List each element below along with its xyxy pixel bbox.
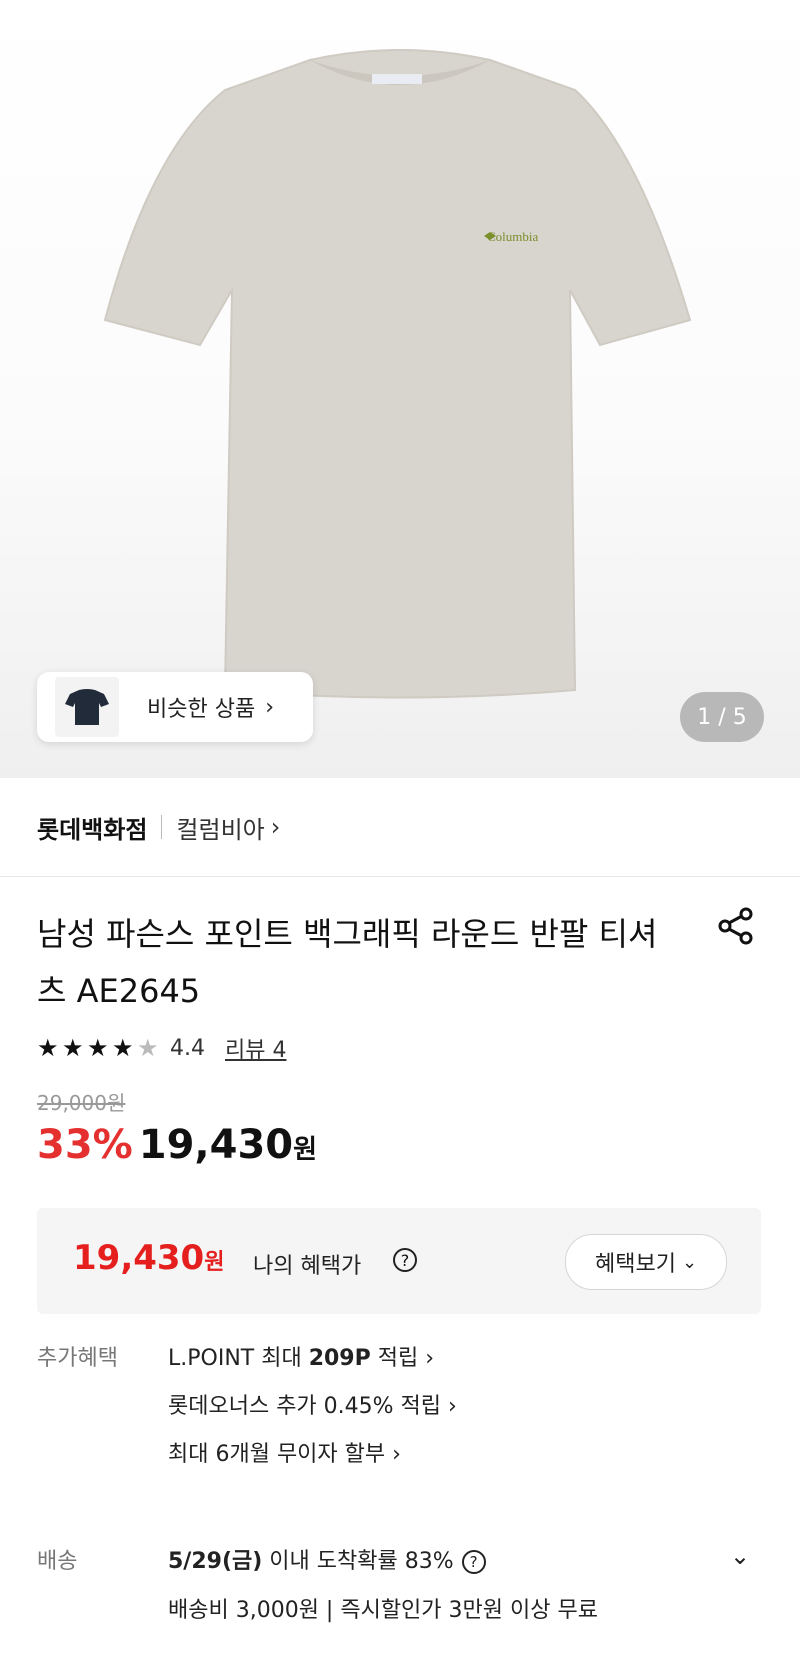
discount-rate: 33% <box>37 1122 133 1168</box>
view-benefits-button[interactable]: 혜택보기 ⌄ <box>565 1234 727 1290</box>
shipping-fee: 배송비 3,000원 | 즉시할인가 3만원 이상 무료 <box>168 1598 598 1623</box>
benefit-price: 19,430원 <box>73 1238 224 1278</box>
delivery-probability: 이내 도착확률 83% <box>262 1549 454 1574</box>
tshirt-image: Columbia <box>103 49 692 699</box>
chevron-right-icon: › <box>448 1394 457 1419</box>
star-icon: ★ <box>112 1034 134 1062</box>
rating-value: 4.4 <box>170 1035 205 1061</box>
rating-row: ★ ★ ★ ★ ★ 4.4 리뷰 4 <box>37 1030 286 1066</box>
lotte-owners-text: 롯데오너스 추가 0.45% 적립 <box>168 1394 442 1419</box>
benefit-price-box: 19,430원 나의 혜택가 ? 혜택보기 ⌄ <box>37 1208 761 1314</box>
extra-benefits-label: 추가혜택 <box>37 1346 118 1371</box>
chevron-down-icon: ⌄ <box>681 1251 698 1273</box>
installment-text: 최대 6개월 무이자 할부 <box>168 1442 386 1467</box>
delivery-date: 5/29(금) <box>168 1549 263 1574</box>
half-star-icon: ★ <box>137 1034 159 1062</box>
benefit-price-label: 나의 혜택가 <box>253 1254 362 1279</box>
chevron-right-icon: › <box>270 813 281 841</box>
share-icon[interactable] <box>716 906 756 946</box>
star-rating: ★ ★ ★ ★ ★ <box>37 1036 162 1060</box>
benefit-price-value: 19,430 <box>73 1238 205 1278</box>
navy-tshirt-icon <box>65 689 109 725</box>
currency-unit: 원 <box>293 1135 318 1165</box>
review-link[interactable]: 리뷰 4 <box>225 1032 286 1064</box>
similar-products-button[interactable]: 비슷한 상품 › <box>37 672 313 742</box>
lotte-owners-benefit-link[interactable]: 롯데오너스 추가 0.45% 적립 › <box>168 1388 457 1420</box>
lpoint-points: 209P <box>308 1346 371 1371</box>
product-title: 남성 파슨스 포인트 백그래픽 라운드 반팔 티셔츠 AE2645 <box>37 915 658 1010</box>
product-image[interactable]: Columbia 비슷한 상품 › 1 / 5 <box>0 0 800 778</box>
help-icon[interactable]: ? <box>393 1248 417 1272</box>
lpoint-suffix: 적립 <box>370 1346 419 1371</box>
chevron-down-icon[interactable]: ⌄ <box>730 1542 750 1570</box>
star-icon: ★ <box>37 1034 59 1062</box>
original-price: 29,000원 <box>37 1091 126 1115</box>
help-icon[interactable]: ? <box>461 1550 486 1574</box>
delivery-estimate: 5/29(금) 이내 도착확률 83%? <box>168 1543 486 1575</box>
sale-price: 19,430 <box>138 1122 294 1168</box>
view-benefits-label: 혜택보기 <box>594 1252 676 1277</box>
image-counter: 1 / 5 <box>680 692 764 742</box>
lpoint-benefit-link[interactable]: L.POINT 최대 209P 적립 › <box>168 1340 434 1372</box>
shipping-label: 배송 <box>37 1549 78 1574</box>
installment-benefit-link[interactable]: 최대 6개월 무이자 할부 › <box>168 1436 401 1468</box>
similar-thumbnail <box>55 677 119 737</box>
star-icon: ★ <box>87 1034 109 1062</box>
chevron-right-icon: › <box>392 1442 401 1467</box>
store-row: 롯데백화점 컬럼비아 › <box>37 806 280 848</box>
price-row: 33% 19,430 원 <box>37 1122 317 1168</box>
divider <box>0 876 800 877</box>
separator <box>161 815 163 839</box>
lpoint-prefix: L.POINT 최대 <box>168 1346 309 1371</box>
brand-link[interactable]: 컬럼비아 <box>176 810 264 845</box>
chevron-right-icon: › <box>425 1346 435 1371</box>
chevron-right-icon: › <box>265 694 275 720</box>
star-icon: ★ <box>62 1034 84 1062</box>
currency-unit: 원 <box>204 1250 225 1275</box>
store-name: 롯데백화점 <box>37 815 148 844</box>
similar-products-label: 비슷한 상품 <box>147 697 256 722</box>
